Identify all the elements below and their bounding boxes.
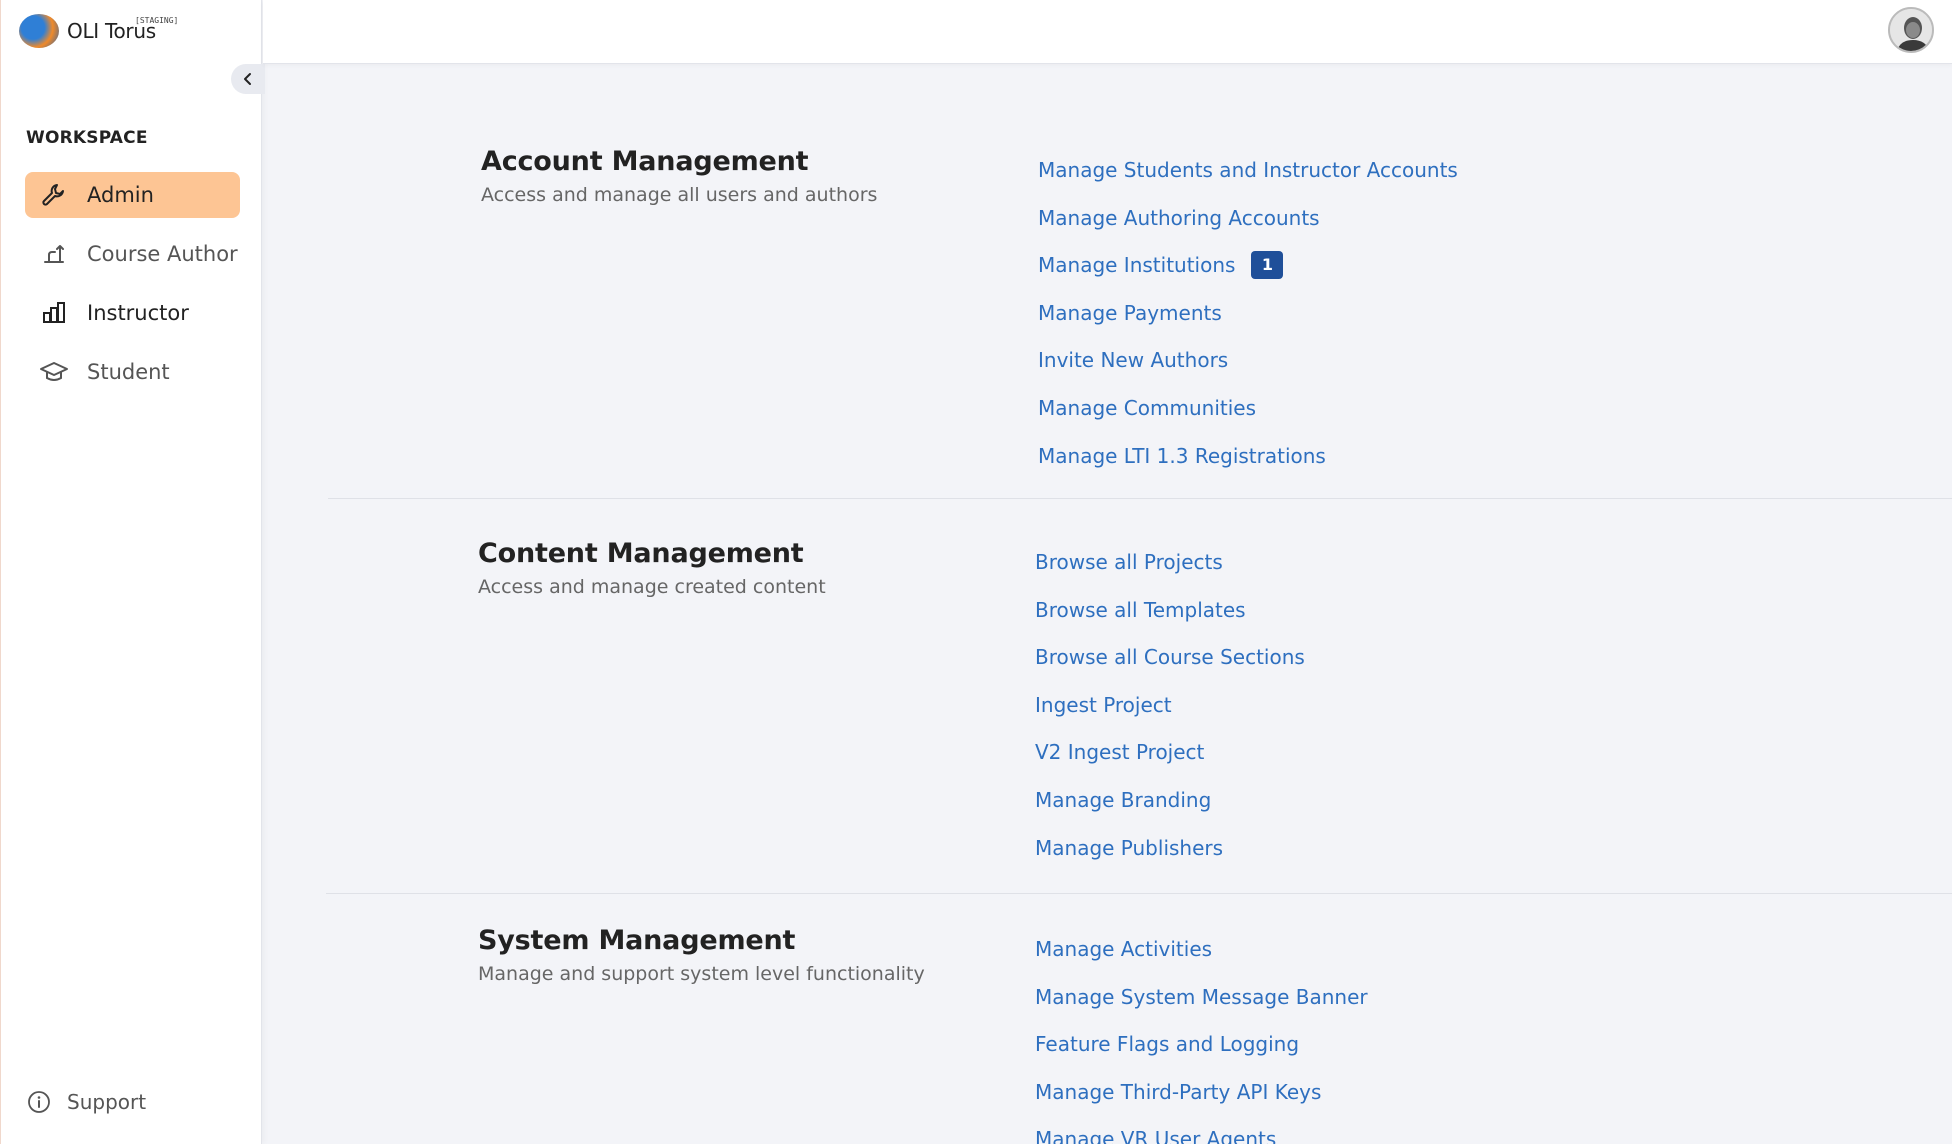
section-divider xyxy=(328,498,1952,499)
browse-all-course-sections-link[interactable]: Browse all Course Sections xyxy=(1035,645,1305,669)
environment-badge: [STAGING] xyxy=(135,16,179,25)
graduation-cap-icon xyxy=(39,357,69,387)
author-icon xyxy=(39,239,69,269)
sidebar-item-admin[interactable]: Admin xyxy=(25,172,240,218)
torus-logo-icon xyxy=(19,14,59,48)
list-item: Browse all Course Sections xyxy=(1035,645,1305,693)
section-description: Manage and support system level function… xyxy=(478,963,925,985)
support-label: Support xyxy=(67,1090,147,1114)
info-icon xyxy=(28,1091,50,1113)
list-item: Manage Third-Party API Keys xyxy=(1035,1080,1368,1128)
section-title: Account Management xyxy=(481,146,809,177)
section-title: System Management xyxy=(478,925,796,956)
list-item: Manage Communities xyxy=(1038,396,1458,444)
manage-institutions-link[interactable]: Manage Institutions xyxy=(1038,253,1235,277)
account-management-links: Manage Students and Instructor Accounts … xyxy=(1038,158,1458,491)
invite-new-authors-link[interactable]: Invite New Authors xyxy=(1038,348,1228,372)
wrench-icon xyxy=(39,180,69,210)
list-item: Manage Students and Instructor Accounts xyxy=(1038,158,1458,206)
list-item: Manage Authoring Accounts xyxy=(1038,206,1458,254)
list-item: Browse all Templates xyxy=(1035,598,1305,646)
manage-third-party-api-keys-link[interactable]: Manage Third-Party API Keys xyxy=(1035,1080,1321,1104)
sidebar-item-student[interactable]: Student xyxy=(25,349,240,395)
list-item: Manage VR User Agents xyxy=(1035,1127,1368,1144)
list-item: Manage Publishers xyxy=(1035,836,1305,884)
list-item: Feature Flags and Logging xyxy=(1035,1032,1368,1080)
manage-publishers-link[interactable]: Manage Publishers xyxy=(1035,836,1223,860)
manage-system-message-banner-link[interactable]: Manage System Message Banner xyxy=(1035,985,1368,1009)
user-avatar-icon xyxy=(1890,9,1932,51)
sidebar-item-label: Student xyxy=(87,360,170,384)
sidebar-item-course-author[interactable]: Course Author xyxy=(25,231,240,277)
sidebar-item-label: Course Author xyxy=(87,242,238,266)
manage-communities-link[interactable]: Manage Communities xyxy=(1038,396,1256,420)
section-description: Access and manage created content xyxy=(478,576,826,598)
chevron-left-icon xyxy=(244,73,251,85)
browse-all-templates-link[interactable]: Browse all Templates xyxy=(1035,598,1246,622)
support-link[interactable]: Support xyxy=(27,1090,146,1114)
list-item: Manage Institutions 1 xyxy=(1038,251,1458,301)
list-item: Manage Activities xyxy=(1035,937,1368,985)
list-item: Manage Branding xyxy=(1035,788,1305,836)
manage-authoring-accounts-link[interactable]: Manage Authoring Accounts xyxy=(1038,206,1320,230)
user-avatar[interactable] xyxy=(1888,7,1934,53)
section-description: Access and manage all users and authors xyxy=(481,184,878,206)
ingest-project-link[interactable]: Ingest Project xyxy=(1035,693,1172,717)
collapse-sidebar-button[interactable] xyxy=(231,64,265,94)
content-management-links: Browse all Projects Browse all Templates… xyxy=(1035,550,1305,883)
app-logo[interactable]: OLI Torus [STAGING] xyxy=(19,14,178,48)
list-item: Ingest Project xyxy=(1035,693,1305,741)
manage-vr-user-agents-link[interactable]: Manage VR User Agents xyxy=(1035,1127,1276,1144)
workspace-title: WORKSPACE xyxy=(26,128,148,148)
list-item: Manage System Message Banner xyxy=(1035,985,1368,1033)
sidebar-item-instructor[interactable]: Instructor xyxy=(25,290,240,336)
manage-students-instructor-accounts-link[interactable]: Manage Students and Instructor Accounts xyxy=(1038,158,1458,182)
list-item: V2 Ingest Project xyxy=(1035,740,1305,788)
section-divider xyxy=(326,893,1952,894)
list-item: Browse all Projects xyxy=(1035,550,1305,598)
list-item: Manage LTI 1.3 Registrations xyxy=(1038,444,1458,492)
sidebar: OLI Torus [STAGING] WORKSPACE Admin Cour… xyxy=(0,0,265,1144)
pending-count-badge: 1 xyxy=(1251,251,1284,280)
sidebar-item-label: Instructor xyxy=(87,301,189,325)
manage-activities-link[interactable]: Manage Activities xyxy=(1035,937,1212,961)
bar-chart-icon xyxy=(39,298,69,328)
section-title: Content Management xyxy=(478,538,804,569)
sidebar-item-label: Admin xyxy=(87,183,154,207)
manage-payments-link[interactable]: Manage Payments xyxy=(1038,301,1222,325)
list-item: Manage Payments xyxy=(1038,301,1458,349)
manage-branding-link[interactable]: Manage Branding xyxy=(1035,788,1211,812)
browse-all-projects-link[interactable]: Browse all Projects xyxy=(1035,550,1223,574)
system-management-links: Manage Activities Manage System Message … xyxy=(1035,937,1368,1144)
top-bar xyxy=(263,0,1952,64)
feature-flags-logging-link[interactable]: Feature Flags and Logging xyxy=(1035,1032,1299,1056)
v2-ingest-project-link[interactable]: V2 Ingest Project xyxy=(1035,740,1204,764)
list-item: Invite New Authors xyxy=(1038,348,1458,396)
manage-lti-registrations-link[interactable]: Manage LTI 1.3 Registrations xyxy=(1038,444,1326,468)
